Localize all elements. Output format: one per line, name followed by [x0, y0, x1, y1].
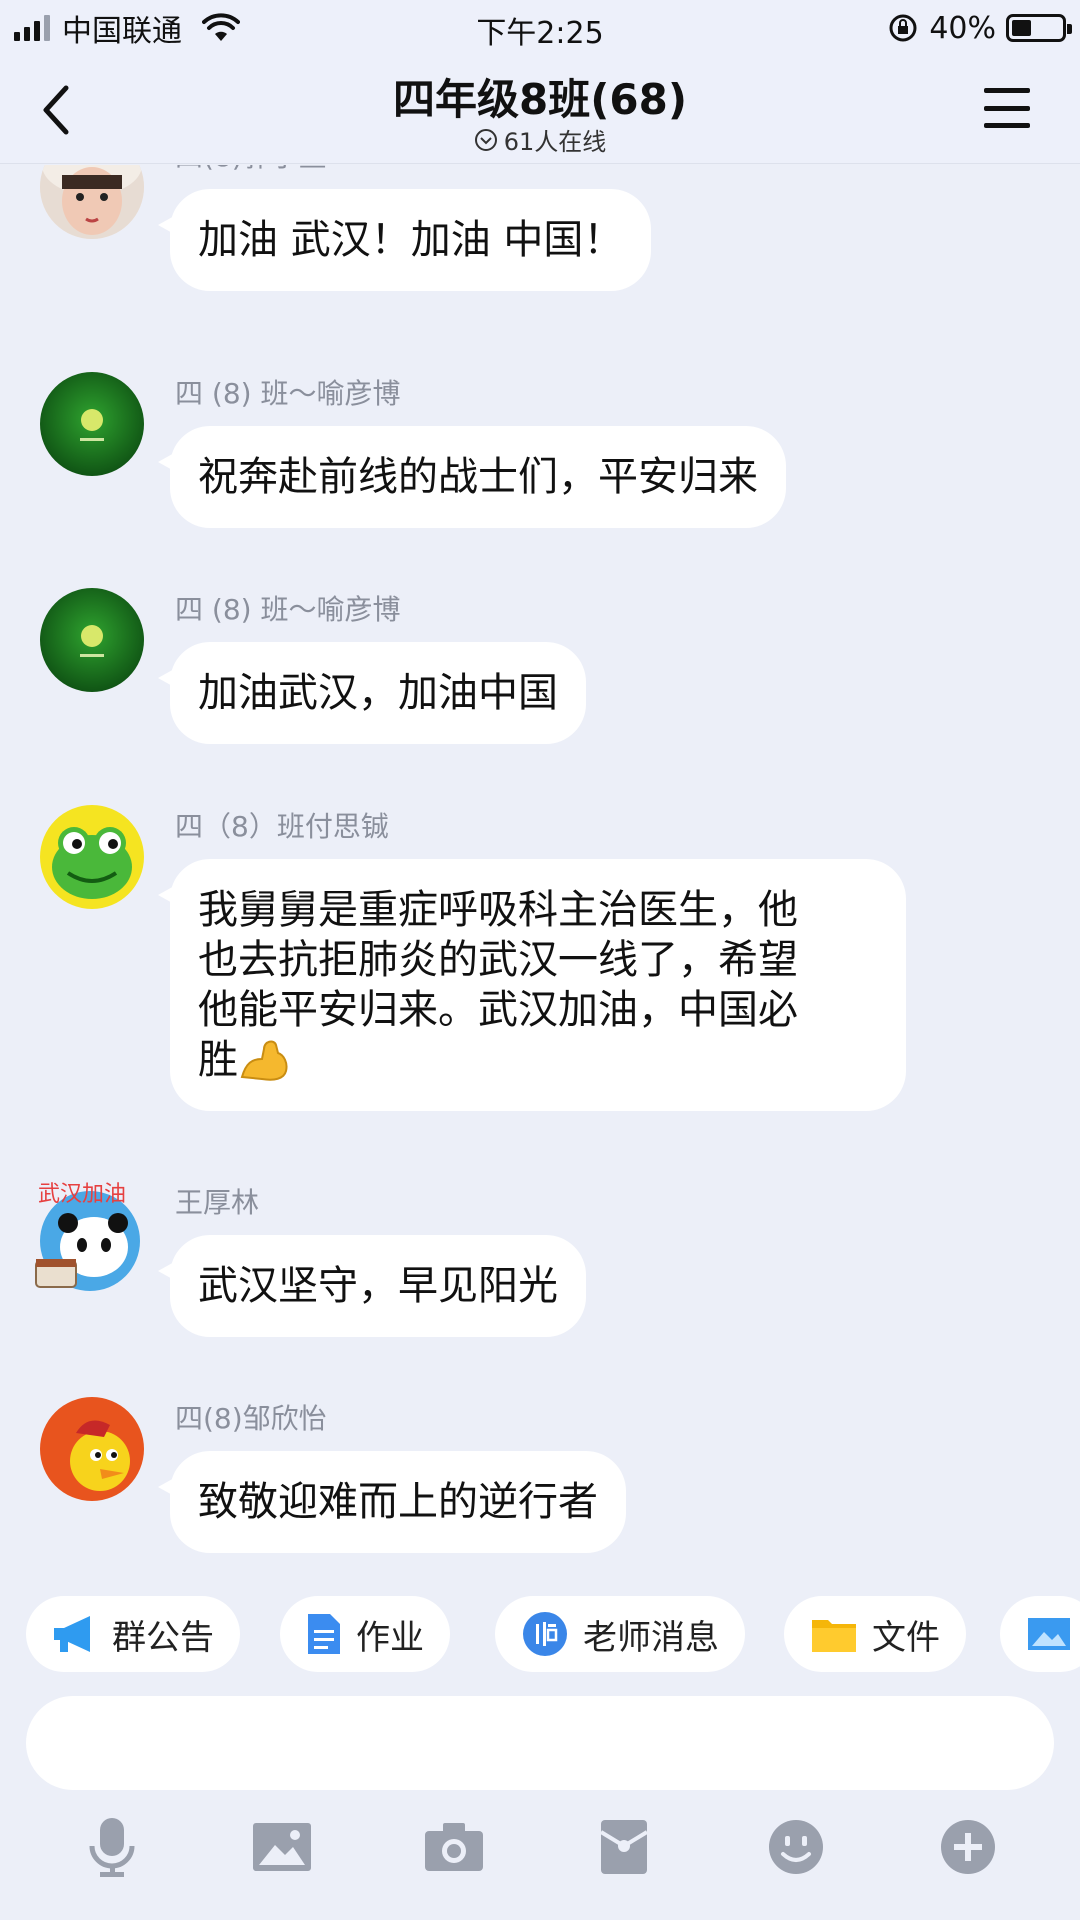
shortcut-files[interactable]: 文件	[784, 1596, 966, 1672]
message-bubble[interactable]: 武汉坚守，早见阳光	[158, 1235, 586, 1337]
message-bubble[interactable]: 致敬迎难而上的逆行者	[158, 1451, 626, 1553]
message-bubble[interactable]: 加油武汉，加油中国	[158, 642, 586, 744]
avatar[interactable]	[40, 805, 144, 909]
shortcut-teacher-messages[interactable]: 老师消息	[495, 1596, 745, 1672]
red-packet-button[interactable]	[592, 1815, 656, 1879]
image-icon	[253, 1823, 311, 1871]
shortcut-label: 老师消息	[583, 1617, 719, 1658]
sender-name: 四（8）班付思铖	[175, 810, 389, 843]
sender-name: 四 (8) 班～喻彦博	[175, 593, 401, 626]
more-button[interactable]	[936, 1815, 1000, 1879]
sender-name: 四(8)邹欣怡	[175, 1402, 327, 1435]
emoji-button[interactable]	[764, 1815, 828, 1879]
plus-icon	[941, 1820, 995, 1874]
status-bar: 中国联通 下午2:25 40%	[0, 0, 1080, 56]
avatar-badge-text: 武汉加油	[38, 1182, 126, 1207]
avatar[interactable]: 武汉加油	[30, 1175, 150, 1295]
message-line: 胜	[198, 1037, 238, 1083]
message-bubble[interactable]: 我舅舅是重症呼吸科主治医生，他 也去抗拒肺炎的武汉一线了，希望 他能平安归来。武…	[158, 859, 906, 1111]
chevron-circle-icon	[474, 128, 497, 151]
message-line: 也去抗拒肺炎的武汉一线了，希望	[198, 937, 798, 983]
avatar[interactable]	[40, 372, 144, 476]
red-packet-icon	[599, 1820, 649, 1874]
camera-button[interactable]	[422, 1815, 486, 1879]
avatar[interactable]	[40, 588, 144, 692]
avatar[interactable]	[40, 165, 144, 239]
battery-icon	[1006, 14, 1072, 42]
group-title[interactable]: 四年级8班(68)	[0, 66, 1080, 127]
message-input[interactable]	[26, 1696, 1054, 1790]
folder-icon	[812, 1620, 856, 1652]
shortcut-bar: 群公告 作业 老师消息 文件	[0, 1596, 1080, 1676]
avatar[interactable]	[40, 1397, 144, 1501]
voice-button[interactable]	[80, 1815, 144, 1879]
album-icon	[1028, 1618, 1070, 1650]
document-icon	[308, 1614, 340, 1654]
megaphone-icon	[54, 1616, 90, 1652]
sender-name: 四 (8) 班～喻彦博	[175, 377, 401, 410]
image-button[interactable]	[250, 1815, 314, 1879]
online-count: 61人在线	[503, 128, 607, 156]
message-bubble[interactable]: 祝奔赴前线的战士们，平安归来	[158, 426, 786, 528]
message-list[interactable]: 四(8)郭子萱 加油 武汉！加油 中国！ 四 (8) 班～喻彦博 祝奔赴前线的战…	[0, 165, 1080, 1575]
shortcut-label: 文件	[872, 1617, 940, 1658]
shortcut-album[interactable]	[1000, 1596, 1080, 1672]
teacher-badge-icon	[523, 1612, 567, 1656]
battery-percent: 40%	[929, 10, 996, 46]
emoji-icon	[769, 1820, 823, 1874]
input-toolbar	[0, 1815, 1080, 1895]
status-right: 40%	[887, 8, 1072, 48]
message-line: 我舅舅是重症呼吸科主治医生，他	[198, 887, 798, 933]
shortcut-homework[interactable]: 作业	[280, 1596, 450, 1672]
camera-icon	[425, 1823, 483, 1871]
sender-name: 四(8)郭子萱	[175, 165, 327, 175]
sender-name: 王厚林	[175, 1186, 260, 1219]
rotation-lock-icon	[889, 14, 917, 42]
online-status: 61人在线	[0, 122, 1080, 157]
message-line: 他能平安归来。武汉加油，中国必	[198, 987, 798, 1033]
microphone-icon	[89, 1818, 135, 1877]
shortcut-label: 作业	[356, 1617, 424, 1658]
flexed-biceps-icon	[240, 1040, 288, 1081]
chat-header: 四年级8班(68) 61人在线	[0, 56, 1080, 164]
menu-icon[interactable]	[984, 88, 1030, 128]
message-bubble[interactable]: 加油 武汉！加油 中国！	[157, 189, 652, 291]
shortcut-announcement[interactable]: 群公告	[26, 1596, 240, 1672]
shortcut-label: 群公告	[112, 1617, 214, 1658]
